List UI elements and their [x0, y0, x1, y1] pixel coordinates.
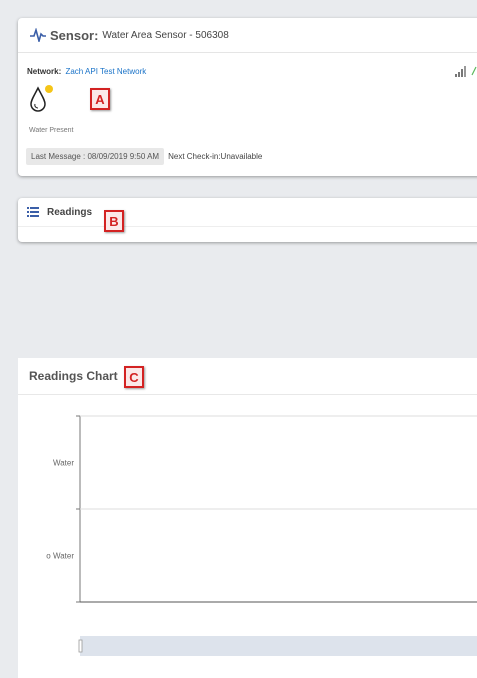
annotation-marker-c: C [124, 366, 144, 388]
sensor-card: Sensor: Water Area Sensor - 506308 Netwo… [18, 18, 477, 176]
annotation-marker-a: A [90, 88, 110, 110]
next-checkin-text: Next Check-in:Unavailable [168, 152, 263, 161]
chart-title: Readings Chart [29, 369, 118, 383]
chart-y-tick-label: Water [53, 459, 74, 468]
network-label: Network: [27, 67, 62, 76]
network-link[interactable]: Zach API Test Network [65, 67, 146, 76]
chart-header: Readings Chart [18, 358, 477, 395]
list-icon [27, 207, 39, 217]
battery-icon [471, 66, 477, 76]
chart-card: Readings Chart C o Water Water [18, 358, 477, 678]
readings-chart: o Water Water [46, 415, 477, 656]
chart-navigator-handle [78, 639, 83, 653]
sensor-title-value: Water Area Sensor - 506308 [102, 29, 229, 41]
annotation-marker-b: B [104, 210, 124, 232]
network-row: Network: Zach API Test Network [27, 67, 146, 76]
sensor-header: Sensor: Water Area Sensor - 506308 [18, 18, 477, 53]
readings-header[interactable]: Readings [18, 198, 477, 227]
message-row: Last Message : 08/09/2019 9:50 AM Next C… [26, 148, 262, 165]
pulse-icon [30, 28, 46, 42]
chart-navigator [80, 636, 477, 656]
readings-title: Readings [47, 206, 93, 218]
sensor-title-label: Sensor: [50, 27, 99, 43]
water-drop-icon [30, 85, 53, 112]
status-text: Water Present [29, 127, 74, 134]
signal-icon [455, 66, 466, 77]
readings-card: Readings B [18, 198, 477, 242]
chart-y-tick-label: o Water [46, 552, 74, 561]
last-message-badge: Last Message : 08/09/2019 9:50 AM [26, 148, 165, 165]
